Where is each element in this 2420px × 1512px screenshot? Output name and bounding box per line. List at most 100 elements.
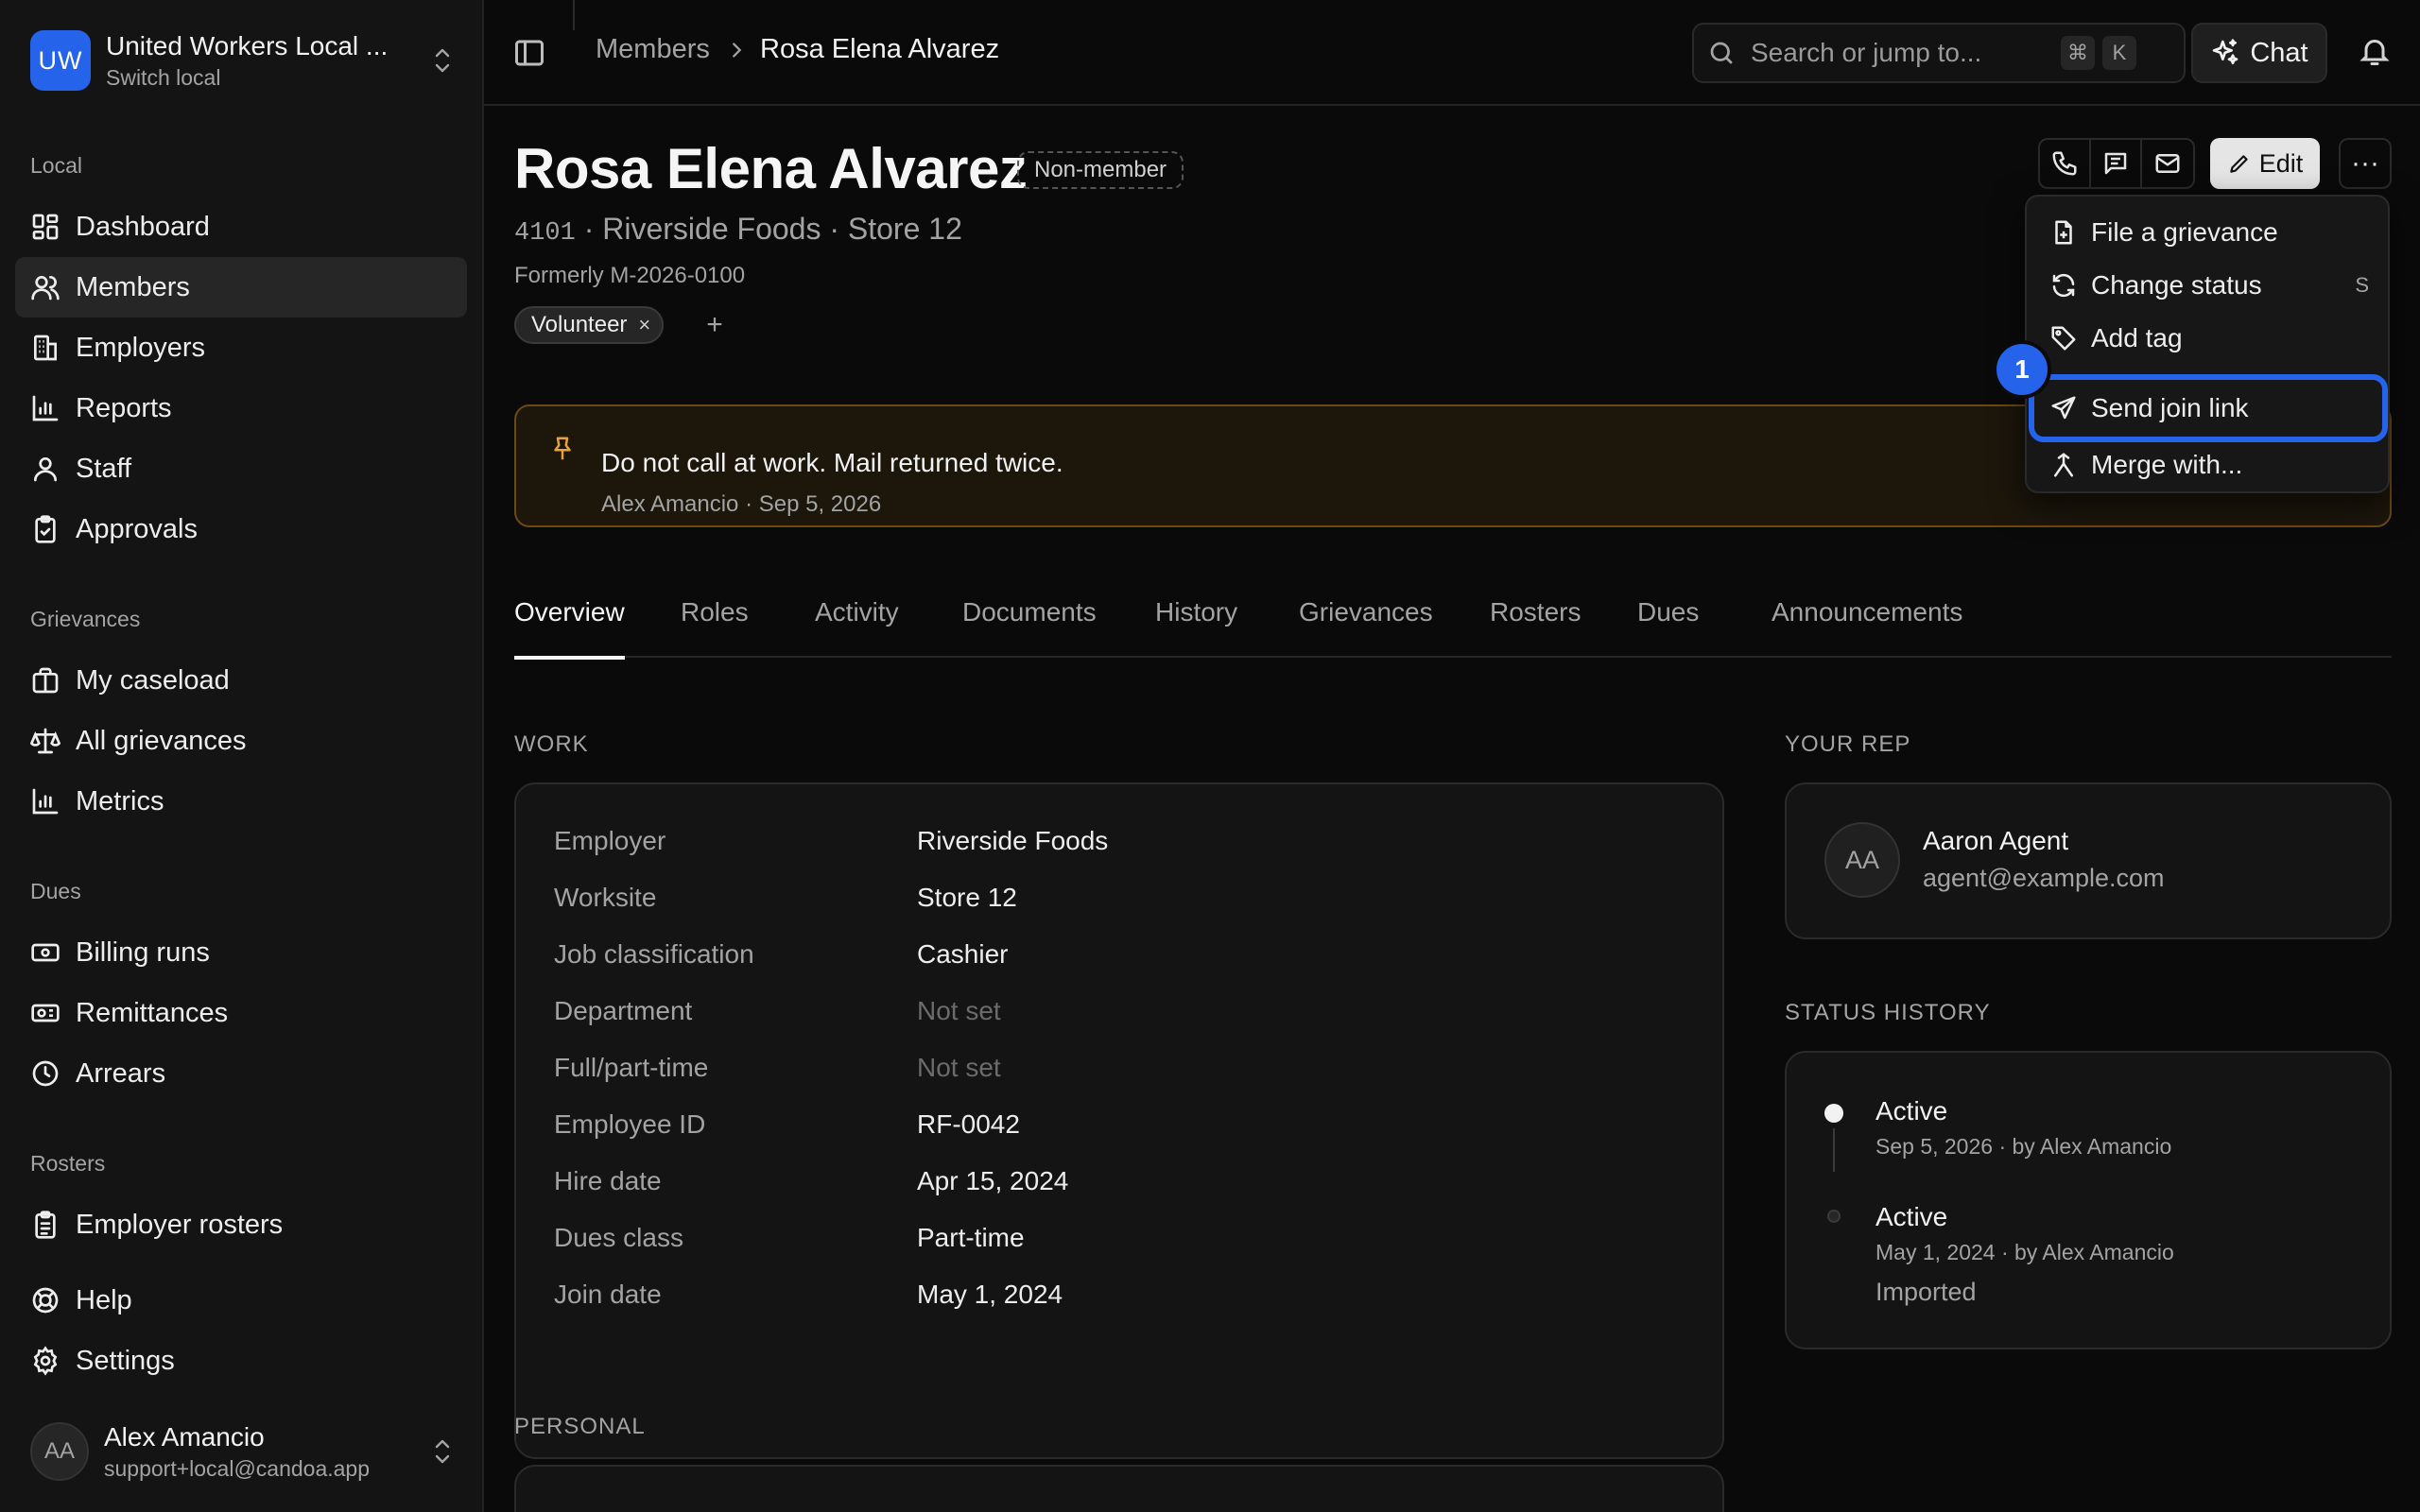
sidebar-toggle-icon[interactable] [512, 36, 546, 70]
sidebar-item-metrics[interactable]: Metrics [15, 771, 467, 832]
sidebar-item-settings[interactable]: Settings [15, 1331, 467, 1391]
sidebar-item-label: Remittances [76, 997, 229, 1028]
sidebar-item-employer-rosters[interactable]: Employer rosters [15, 1194, 467, 1255]
status-history-card: Active Sep 5, 2026 · by Alex Amancio Act… [1785, 1051, 2392, 1349]
field-label: Join date [554, 1280, 662, 1309]
kbd-cmd: ⌘ [2061, 36, 2095, 70]
search-box[interactable]: ⌘ K [1692, 23, 2186, 83]
banknote-icon [31, 943, 60, 962]
sparkles-icon [2213, 39, 2238, 64]
sidebar-item-label: Arrears [76, 1057, 166, 1089]
sidebar-item-help[interactable]: Help [15, 1270, 467, 1331]
call-button[interactable] [2040, 140, 2091, 187]
sidebar-item-arrears[interactable]: Arrears [15, 1043, 467, 1104]
breadcrumb-members[interactable]: Members [596, 34, 710, 65]
breadcrumb-current: Rosa Elena Alvarez [760, 34, 1000, 64]
note-text: Do not call at work. Mail returned twice… [601, 448, 1063, 477]
clipboard-list-icon [35, 1211, 56, 1239]
section-heading-personal: PERSONAL [514, 1414, 646, 1439]
field-label: Job classification [554, 939, 754, 969]
sidebar-item-label: Employer rosters [76, 1209, 284, 1240]
rep-email[interactable]: agent@example.com [1923, 864, 2165, 893]
tab-grievances[interactable]: Grievances [1299, 597, 1433, 658]
more-options-button[interactable]: ··· [2339, 138, 2392, 189]
separator: · [575, 212, 603, 246]
sidebar-item-label: Billing runs [76, 936, 210, 968]
user-email: support+local@candoa.app [104, 1455, 371, 1481]
menu-item-merge-with[interactable]: Merge with... [2034, 440, 2382, 490]
chevrons-up-down-icon [435, 1439, 450, 1464]
sidebar-item-staff[interactable]: Staff [15, 438, 467, 499]
sidebar-item-approvals[interactable]: Approvals [15, 499, 467, 559]
tab-history[interactable]: History [1155, 597, 1237, 658]
step-marker: 1 [1996, 344, 2048, 395]
menu-item-label: Add tag [2091, 323, 2183, 352]
tag-icon [2051, 326, 2076, 351]
sidebar-item-members[interactable]: Members [15, 257, 467, 318]
sidebar-item-all-grievances[interactable]: All grievances [15, 711, 467, 771]
gear-icon [33, 1346, 58, 1376]
field-value: Store 12 [917, 883, 1017, 912]
tab-roles[interactable]: Roles [681, 597, 749, 658]
menu-item-label: Merge with... [2091, 450, 2243, 479]
menu-item-send-join-link[interactable]: Send join link [2029, 374, 2388, 442]
user-menu[interactable]: AA Alex Amancio support+local@candoa.app [15, 1414, 469, 1489]
contact-actions [2038, 138, 2195, 189]
field-label: Dues class [554, 1223, 683, 1252]
chat-button[interactable]: Chat [2191, 23, 2327, 83]
sidebar-item-dashboard[interactable]: Dashboard [15, 197, 467, 257]
sidebar-item-label: All grievances [76, 725, 247, 756]
search-input[interactable] [1751, 38, 2053, 68]
edit-button[interactable]: Edit [2210, 138, 2320, 189]
tab-documents[interactable]: Documents [962, 597, 1097, 658]
menu-item-file-grievance[interactable]: File a grievance [2034, 208, 2382, 257]
member-employer: Riverside Foods [602, 212, 821, 246]
sidebar-item-employers[interactable]: Employers [15, 318, 467, 378]
receipt-icon [31, 1004, 60, 1022]
menu-item-change-status[interactable]: Change status S [2034, 261, 2382, 310]
avatar: AA [30, 1422, 89, 1481]
sidebar-item-my-caseload[interactable]: My caseload [15, 650, 467, 711]
close-icon[interactable]: × [638, 313, 650, 337]
field-value: RF-0042 [917, 1109, 1020, 1139]
menu-item-label: Send join link [2091, 393, 2249, 422]
tab-activity[interactable]: Activity [815, 597, 899, 658]
merge-icon [2054, 453, 2073, 477]
tab-overview[interactable]: Overview [514, 597, 625, 660]
timeline-status: Active [1876, 1202, 1948, 1231]
tab-dues[interactable]: Dues [1637, 597, 1699, 658]
add-tag-button[interactable]: + [696, 306, 734, 344]
sidebar-item-remittances[interactable]: Remittances [15, 983, 467, 1043]
menu-item-add-tag[interactable]: Add tag [2034, 314, 2382, 363]
page-title: Rosa Elena Alvarez [514, 137, 1028, 200]
sidebar-item-billing-runs[interactable]: Billing runs [15, 922, 467, 983]
org-switcher[interactable]: UW United Workers Local ... Switch local [15, 17, 469, 104]
timeline-dot [1824, 1104, 1843, 1123]
note-meta: Alex Amancio · Sep 5, 2026 [601, 491, 882, 517]
field-label: Hire date [554, 1166, 662, 1195]
tag-label: Volunteer [531, 312, 628, 337]
org-name: United Workers Local ... [106, 30, 389, 60]
status-badge: Non-member [1017, 151, 1184, 189]
timeline-line [1833, 1128, 1835, 1172]
building-icon [34, 335, 57, 361]
clipboard-check-icon [35, 515, 56, 543]
org-logo: UW [30, 30, 91, 91]
bell-icon[interactable] [2358, 34, 2392, 68]
nav-section-grievances: Grievances [30, 607, 141, 631]
sidebar-item-reports[interactable]: Reports [15, 378, 467, 438]
message-button[interactable] [2091, 140, 2142, 187]
member-number: 4101 [514, 219, 576, 248]
refresh-icon [2052, 273, 2075, 298]
email-button[interactable] [2142, 140, 2193, 187]
section-heading-work: WORK [514, 731, 589, 757]
tab-announcements[interactable]: Announcements [1772, 597, 1962, 658]
nav-section-dues: Dues [30, 879, 81, 903]
pencil-icon [2229, 155, 2248, 173]
chat-label: Chat [2250, 37, 2308, 68]
tab-rosters[interactable]: Rosters [1490, 597, 1581, 658]
sidebar-item-label: Approvals [76, 513, 198, 544]
send-icon [2051, 396, 2076, 420]
clock-icon [32, 1060, 59, 1087]
field-value: Not set [917, 996, 1001, 1025]
